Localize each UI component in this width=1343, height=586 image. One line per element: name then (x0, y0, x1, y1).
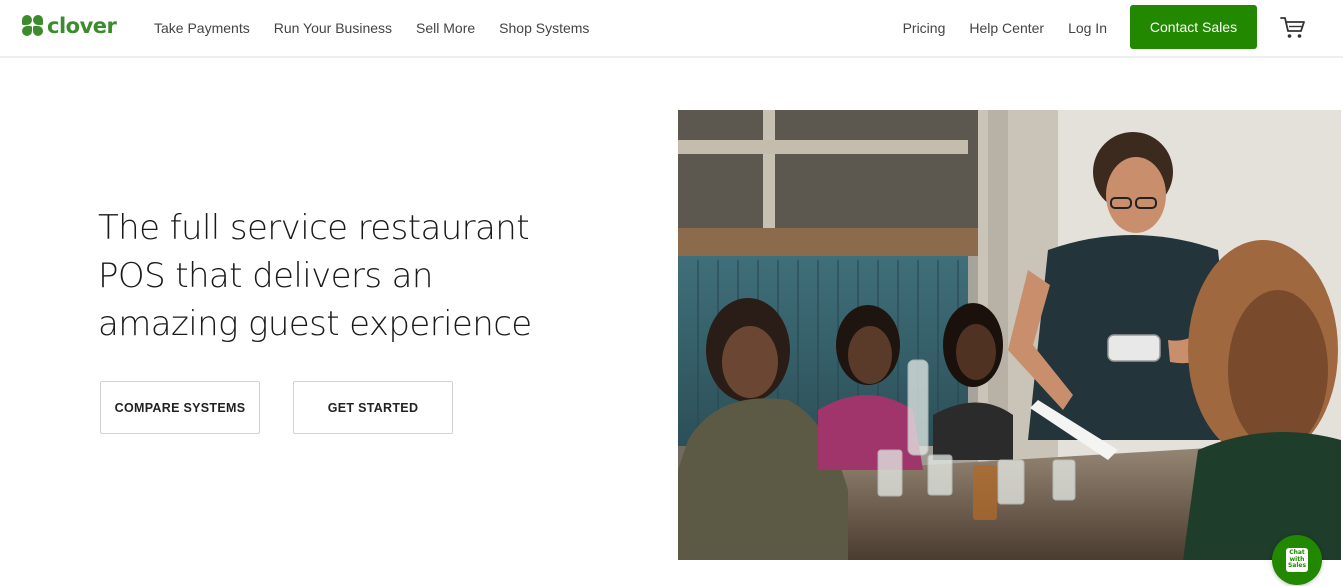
chat-label-line: Sales (1287, 562, 1307, 570)
secondary-nav: Pricing Help Center Log In (879, 18, 1107, 38)
nav-shop-systems[interactable]: Shop Systems (499, 18, 589, 38)
hero-title-line: The full service restaurant (98, 208, 530, 248)
contact-sales-button[interactable]: Contact Sales (1130, 5, 1257, 49)
nav-pricing[interactable]: Pricing (903, 18, 946, 38)
logo-text: clover (47, 14, 117, 38)
nav-help-center[interactable]: Help Center (969, 18, 1044, 38)
nav-sell-more[interactable]: Sell More (416, 18, 475, 38)
restaurant-scene-illustration (678, 110, 1341, 560)
nav-run-your-business[interactable]: Run Your Business (274, 18, 392, 38)
hero-title-line: amazing guest experience (98, 304, 532, 344)
chat-with-sales-button[interactable]: Chat with Sales (1272, 535, 1322, 585)
nav-take-payments[interactable]: Take Payments (154, 18, 250, 38)
chat-icon: Chat with Sales (1286, 548, 1308, 572)
get-started-button[interactable]: GET STARTED (293, 381, 453, 434)
hero-title: The full service restaurant POS that del… (98, 204, 578, 348)
site-header: clover Take Payments Run Your Business S… (0, 0, 1343, 58)
clover-leaf-icon (22, 15, 44, 37)
compare-systems-button[interactable]: COMPARE SYSTEMS (100, 381, 260, 434)
primary-nav: Take Payments Run Your Business Sell Mor… (154, 18, 613, 38)
clover-logo[interactable]: clover (22, 13, 117, 39)
hero-title-line: POS that delivers an (98, 256, 433, 296)
nav-log-in[interactable]: Log In (1068, 18, 1107, 38)
shopping-cart-icon[interactable] (1280, 16, 1306, 40)
hero-restaurant-photo (678, 110, 1341, 560)
